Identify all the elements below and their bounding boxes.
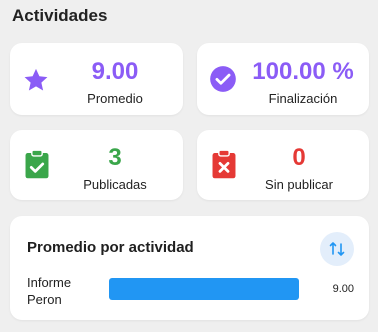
bar xyxy=(109,278,299,300)
completion-value: 100.00 % xyxy=(252,58,354,85)
bar-category-label: Informe Peron xyxy=(27,275,72,307)
average-card: 9.00 Promedio xyxy=(10,43,183,115)
check-circle-icon xyxy=(210,66,236,92)
published-label: Publicadas xyxy=(83,177,147,192)
sort-icon xyxy=(329,242,345,256)
completion-card: 100.00 % Finalización xyxy=(197,43,369,115)
average-per-activity-card: Promedio por actividad Informe Peron 9.0… xyxy=(10,216,369,320)
chart-title: Promedio por actividad xyxy=(27,239,194,256)
bar-value-label: 9.00 xyxy=(332,283,354,295)
clipboard-x-icon xyxy=(212,149,236,179)
unpublished-value: 0 xyxy=(292,144,306,171)
clipboard-check-icon xyxy=(25,149,49,179)
section-title: Actividades xyxy=(12,6,108,25)
sort-button[interactable] xyxy=(320,232,354,266)
unpublished-label: Sin publicar xyxy=(265,177,333,192)
average-label: Promedio xyxy=(87,91,143,106)
published-card: 3 Publicadas xyxy=(10,130,183,200)
bar-track xyxy=(109,278,299,300)
unpublished-card: 0 Sin publicar xyxy=(197,130,369,200)
star-icon xyxy=(24,68,48,91)
published-value: 3 xyxy=(108,144,122,171)
completion-label: Finalización xyxy=(268,91,338,106)
average-value: 9.00 xyxy=(91,58,139,85)
